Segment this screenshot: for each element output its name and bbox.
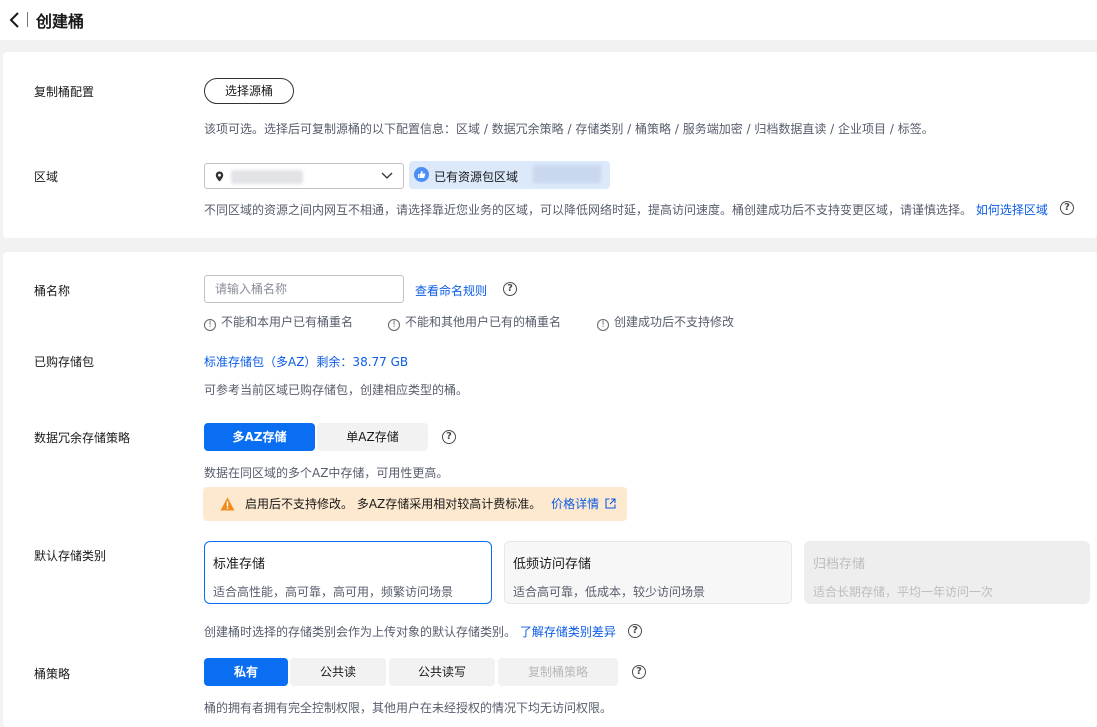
policy-label: 桶策略 <box>34 667 71 681</box>
warning-text: 启用后不支持修改。 多AZ存储采用相对较高计费标准。 <box>245 497 542 511</box>
policy-help-icon[interactable]: ? <box>632 665 646 679</box>
page-title: 创建桶 <box>36 12 85 31</box>
divider <box>27 12 28 27</box>
naming-rules-link[interactable]: 查看命名规则 <box>415 282 487 299</box>
rule-3-text: 创建成功后不支持修改 <box>614 315 735 329</box>
archive-title: 归档存储 <box>813 557 866 572</box>
storage-class-infrequent-card[interactable]: 低频访问存储 适合高可靠，低成本，较少访问场景 <box>504 541 792 604</box>
back-arrow-icon[interactable] <box>8 10 22 30</box>
location-pin-icon <box>215 171 224 182</box>
region-desc-text: 不同区域的资源之间内网互不相通，请选择靠近您业务的区域，可以降低网络时延，提高访… <box>204 203 973 217</box>
storage-class-archive-card: 归档存储 适合长期存储，平均一年访问一次 <box>804 541 1090 604</box>
naming-rules-link-text[interactable]: 查看命名规则 <box>415 284 487 298</box>
replicate-label: 复制桶配置 <box>34 85 95 99</box>
badge-value-redacted <box>533 165 601 183</box>
standard-desc: 适合高性能，高可靠，高可用，频繁访问场景 <box>213 585 454 599</box>
price-details-link-text[interactable]: 价格详情 <box>551 497 599 511</box>
redundancy-label: 数据冗余存储策略 <box>34 431 131 445</box>
package-value-link[interactable]: 标准存储包（多AZ）剩余：38.77 GB <box>204 353 408 370</box>
multi-az-option[interactable]: 多AZ存储 <box>204 423 315 451</box>
bucket-name-input[interactable]: 请输入桶名称 <box>204 275 404 303</box>
package-desc: 可参考当前区域已购存储包，创建相应类型的桶。 <box>204 383 469 397</box>
replicate-desc: 该项可选。选择后可复制源桶的以下配置信息：区域 / 数据冗余策略 / 存储类别 … <box>204 122 934 136</box>
naming-help-icon[interactable]: ? <box>503 282 517 296</box>
thumbs-up-icon <box>414 167 429 182</box>
resource-package-badge: 已有资源包区域 <box>409 161 610 189</box>
infrequent-title: 低频访问存储 <box>513 557 592 572</box>
warning-icon <box>220 497 235 511</box>
redundancy-desc: 数据在同区域的多个AZ中存储，可用性更高。 <box>204 466 449 480</box>
storage-class-diff-link[interactable]: 了解存储类别差异 <box>520 625 616 639</box>
chevron-down-icon <box>381 172 393 179</box>
region-label: 区域 <box>34 170 59 184</box>
info-icon: ! <box>204 319 216 331</box>
price-details-link[interactable]: 价格详情 <box>551 497 616 511</box>
rule-1-text: 不能和本用户已有桶重名 <box>221 315 354 329</box>
rule-1: ! 不能和本用户已有桶重名 <box>204 313 353 331</box>
basic-config-card: 复制桶配置 选择源桶 该项可选。选择后可复制源桶的以下配置信息：区域 / 数据冗… <box>3 52 1097 238</box>
policy-copy-option: 复制桶策略 <box>498 658 618 686</box>
single-az-option[interactable]: 单AZ存储 <box>317 423 428 451</box>
storage-class-label: 默认存储类别 <box>34 549 107 563</box>
policy-private-option[interactable]: 私有 <box>204 658 288 686</box>
storage-class-standard-card[interactable]: 标准存储 适合高性能，高可靠，高可用，频繁访问场景 <box>204 541 492 604</box>
rule-3: ! 创建成功后不支持修改 <box>597 313 734 331</box>
policy-desc: 桶的拥有者拥有完全控制权限，其他用户在未经授权的情况下均无访问权限。 <box>204 701 613 715</box>
archive-desc: 适合长期存储，平均一年访问一次 <box>813 585 994 599</box>
info-icon: ! <box>388 319 400 331</box>
package-label: 已购存储包 <box>34 355 95 369</box>
region-value-redacted <box>231 170 303 184</box>
storage-class-help-icon[interactable]: ? <box>628 624 642 638</box>
region-desc: 不同区域的资源之间内网互不相通，请选择靠近您业务的区域，可以降低网络时延，提高访… <box>204 201 1048 218</box>
storage-class-desc: 创建桶时选择的存储类别会作为上传对象的默认存储类别。 了解存储类别差异 <box>204 623 616 640</box>
how-to-choose-region-link[interactable]: 如何选择区域 <box>976 203 1048 217</box>
external-link-icon <box>605 498 616 509</box>
resource-package-badge-text: 已有资源包区域 <box>434 170 519 184</box>
top-bar: 创建桶 <box>0 0 1097 40</box>
policy-public-read-write-option[interactable]: 公共读写 <box>389 658 495 686</box>
standard-title: 标准存储 <box>213 557 266 572</box>
select-source-bucket-button[interactable]: 选择源桶 <box>204 78 294 104</box>
region-select[interactable] <box>204 163 404 189</box>
rule-2-text: 不能和其他用户已有的桶重名 <box>405 315 562 329</box>
region-help-icon[interactable]: ? <box>1060 201 1074 215</box>
redundancy-warning-alert: 启用后不支持修改。 多AZ存储采用相对较高计费标准。 价格详情 <box>203 487 627 521</box>
infrequent-desc: 适合高可靠，低成本，较少访问场景 <box>513 585 706 599</box>
redundancy-help-icon[interactable]: ? <box>442 430 456 444</box>
info-icon: ! <box>597 319 609 331</box>
policy-public-read-option[interactable]: 公共读 <box>290 658 386 686</box>
rule-2: ! 不能和其他用户已有的桶重名 <box>388 313 561 331</box>
storage-class-desc-text: 创建桶时选择的存储类别会作为上传对象的默认存储类别。 <box>204 625 517 639</box>
bucket-name-label: 桶名称 <box>34 284 71 298</box>
